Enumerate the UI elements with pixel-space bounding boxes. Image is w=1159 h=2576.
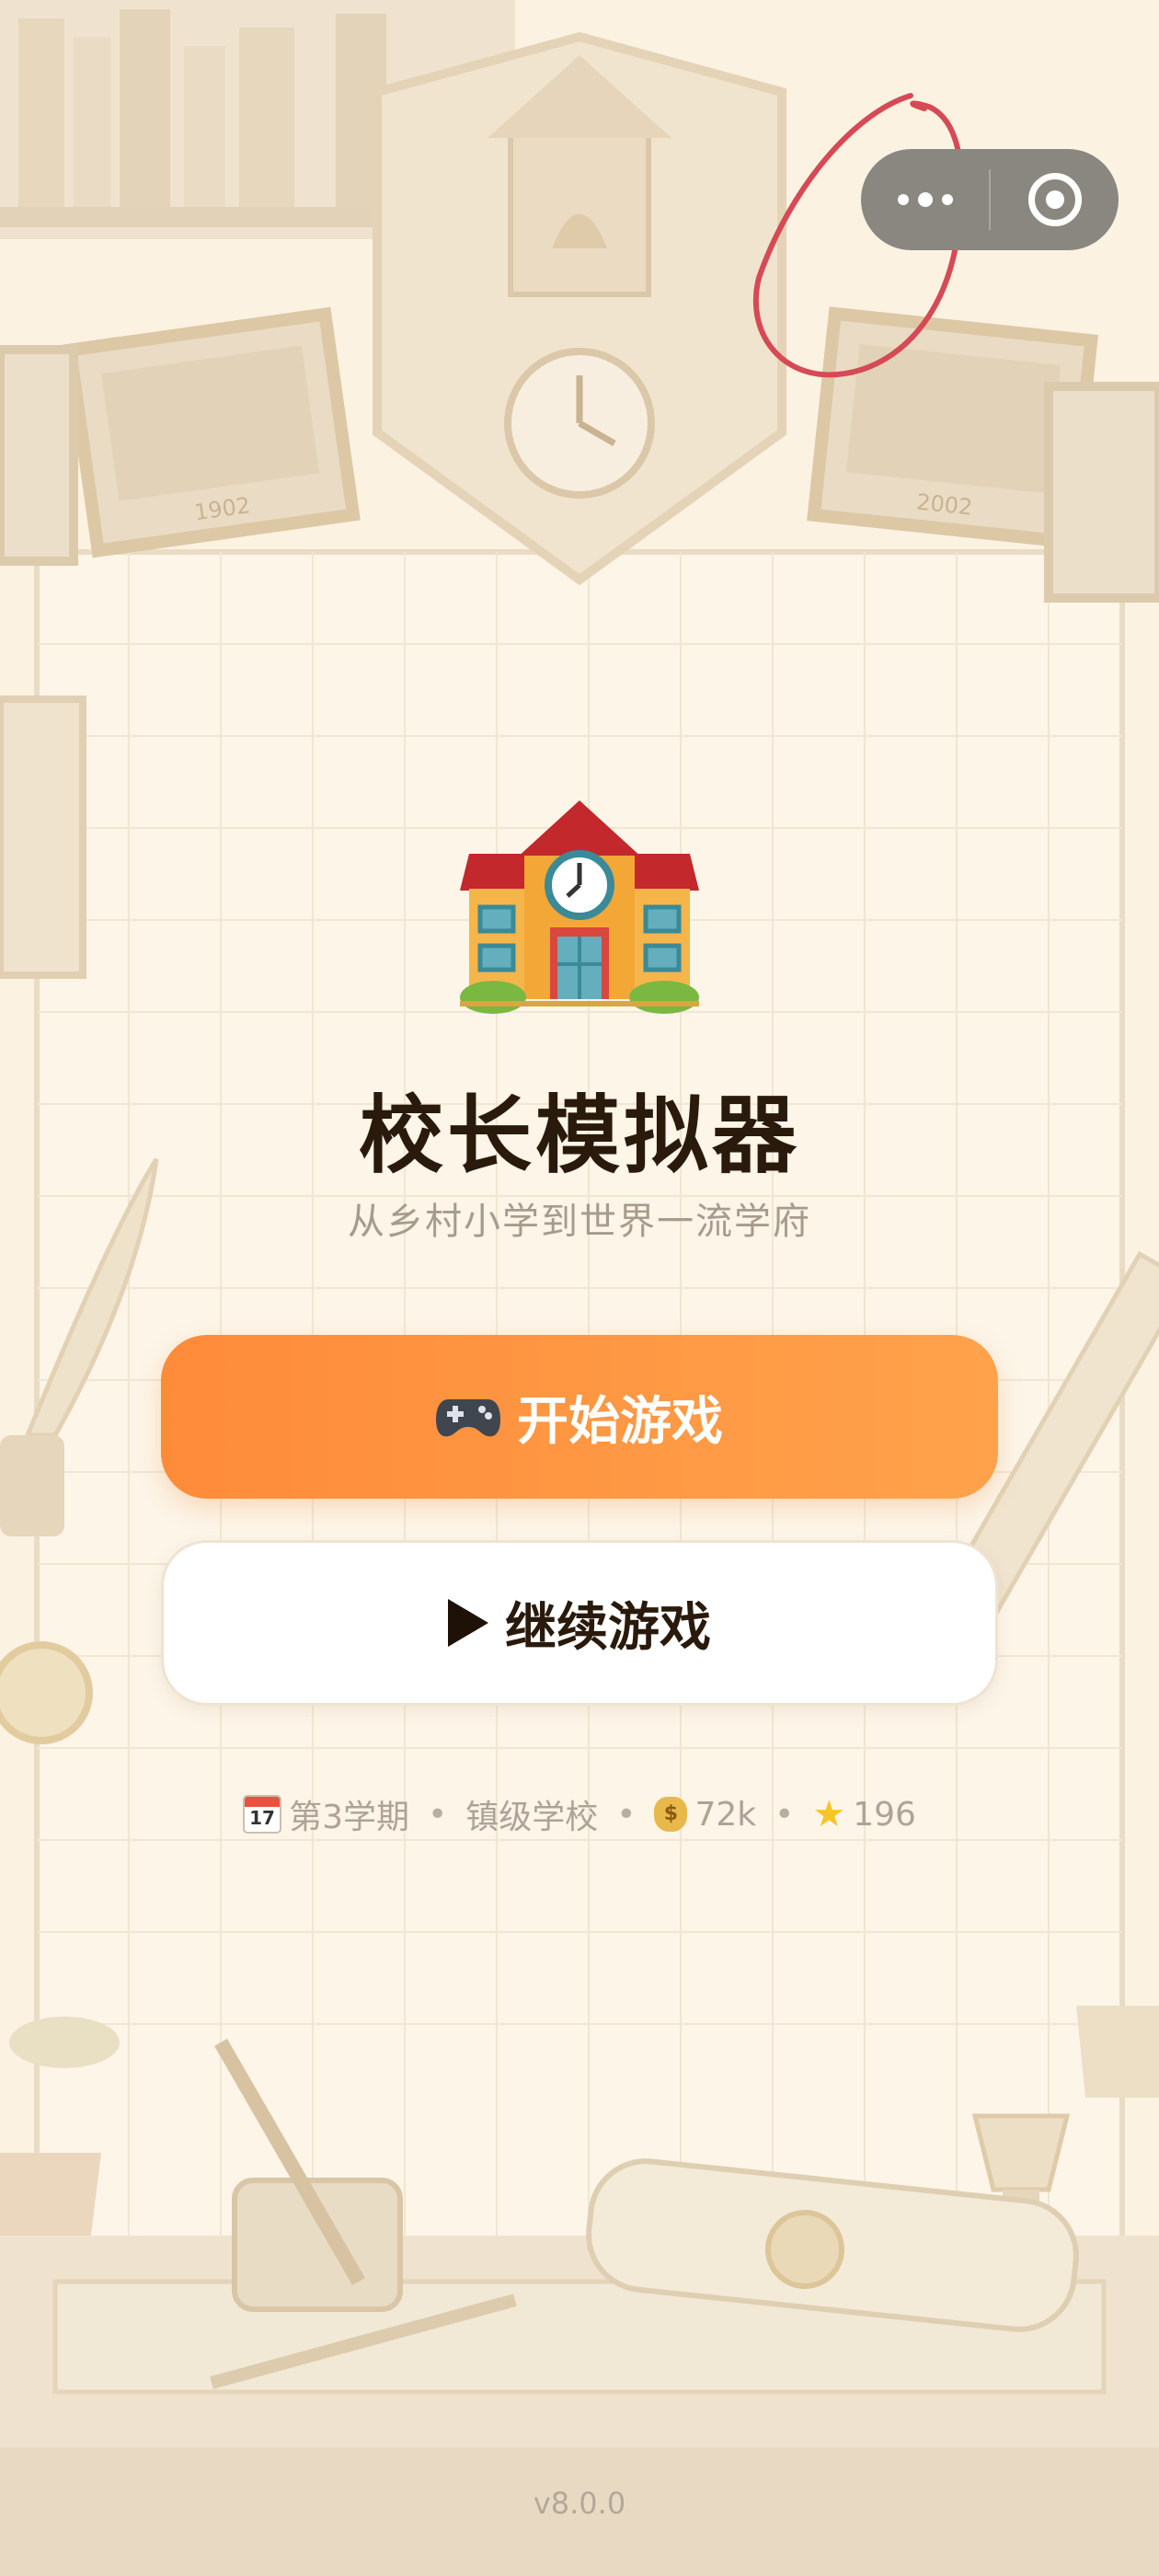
- close-miniprogram-button[interactable]: [991, 149, 1119, 250]
- gamepad-icon: [436, 1399, 500, 1437]
- stat-separator: •: [616, 1795, 637, 1834]
- term-stat: 17 第3学期: [243, 1790, 409, 1838]
- money-stat: 72k: [654, 1796, 756, 1834]
- start-game-label: 开始游戏: [517, 1391, 723, 1452]
- stars-stat: ★ 196: [812, 1793, 916, 1835]
- school-building-icon: [460, 800, 699, 1014]
- start-game-button[interactable]: 开始游戏: [161, 1335, 998, 1499]
- play-icon: [448, 1599, 488, 1647]
- term-label: 第3学期: [289, 1799, 409, 1836]
- continue-game-button[interactable]: 继续游戏: [161, 1540, 998, 1706]
- game-subtitle: 从乡村小学到世界一流学府: [348, 1201, 811, 1243]
- target-circle-icon: [1027, 173, 1082, 226]
- more-menu-button[interactable]: [861, 149, 989, 250]
- game-title: 校长模拟器: [358, 1087, 800, 1185]
- school-level-stat: 镇级学校: [465, 1790, 598, 1838]
- stat-separator: •: [775, 1795, 795, 1834]
- more-dots-icon: [897, 192, 953, 207]
- money-value: 72k: [694, 1795, 757, 1834]
- continue-game-label: 继续游戏: [505, 1597, 711, 1658]
- version-label: v8.0.0: [533, 2486, 626, 2521]
- star-icon: ★: [812, 1793, 846, 1835]
- svg-text:2002: 2002: [915, 489, 974, 520]
- calendar-icon: 17: [243, 1795, 282, 1834]
- money-bag-icon: [654, 1797, 688, 1832]
- save-stats-bar: 17 第3学期 • 镇级学校 • 72k • ★ 196: [0, 1790, 1159, 1838]
- background-illustration: 1902 2002: [0, 0, 1159, 2576]
- miniprogram-capsule: [861, 149, 1119, 250]
- svg-text:1902: 1902: [193, 492, 252, 525]
- school-level-label: 镇级学校: [465, 1799, 599, 1836]
- stars-value: 196: [853, 1795, 916, 1834]
- stat-separator: •: [427, 1795, 448, 1834]
